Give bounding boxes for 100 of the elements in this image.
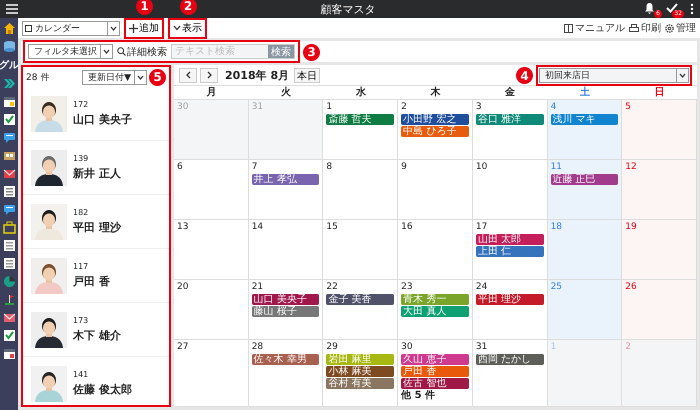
- day-number: 1: [326, 102, 334, 113]
- day-cell[interactable]: 11 近藤 正巳: [548, 160, 622, 220]
- day-cell[interactable]: 13: [174, 220, 249, 280]
- day-cell[interactable]: 27: [174, 340, 249, 407]
- day-number: 1: [550, 342, 558, 353]
- day-cell[interactable]: 25: [548, 280, 622, 340]
- day-cell[interactable]: 19: [622, 220, 697, 280]
- event-chip[interactable]: 井上 孝弘: [252, 174, 320, 185]
- filter-select[interactable]: フィルタ未選択: [28, 44, 113, 59]
- day-number: 31: [252, 102, 264, 113]
- day-cell[interactable]: 7 井上 孝弘: [248, 160, 324, 220]
- view-select[interactable]: カレンダー: [22, 20, 120, 36]
- menu-icon[interactable]: [6, 4, 18, 14]
- customer-number: 182: [73, 208, 90, 217]
- database-icon[interactable]: [2, 40, 16, 53]
- day-number: 24: [476, 282, 488, 293]
- event-chip[interactable]: 平田 理沙: [476, 294, 544, 305]
- add-button[interactable]: 追加: [127, 20, 161, 36]
- toolbar-link[interactable]: 印刷: [629, 21, 661, 35]
- toolbar-link[interactable]: マニュアル: [564, 21, 625, 35]
- day-cell[interactable]: 8: [323, 160, 398, 220]
- document-icon[interactable]: [2, 257, 16, 270]
- day-cell[interactable]: 18: [548, 220, 622, 280]
- folder-icon[interactable]: [2, 149, 16, 162]
- mail-icon[interactable]: [2, 311, 16, 324]
- day-cell[interactable]: 20: [174, 280, 249, 340]
- day-number: 27: [177, 342, 190, 353]
- day-cell[interactable]: 12: [622, 160, 697, 220]
- checklist-icon[interactable]: [2, 113, 16, 126]
- window-title: 顧客マスタ: [320, 2, 376, 16]
- more-events-link[interactable]: 他 5 件: [401, 390, 469, 401]
- day-number: 4: [550, 102, 558, 113]
- customer-card[interactable]: 141 佐藤 俊太郎: [23, 357, 169, 405]
- customer-card[interactable]: 173 木下 雄介: [23, 303, 169, 357]
- home-icon[interactable]: [2, 22, 16, 35]
- chevron-left-icon: [186, 71, 190, 79]
- day-number: 2: [625, 342, 632, 353]
- weekday-header: 水: [323, 86, 398, 100]
- event-chip[interactable]: 上田 仁: [476, 246, 544, 257]
- day-number: 30: [401, 342, 414, 353]
- day-cell[interactable]: 15: [323, 220, 398, 280]
- event-chip[interactable]: 中島 ひろ子: [401, 126, 469, 137]
- display-button[interactable]: 表示: [171, 20, 204, 36]
- day-cell[interactable]: 31 西岡 たかし: [472, 340, 548, 407]
- event-chip[interactable]: 久山 恵子: [401, 354, 469, 365]
- chevron-right-icon: [206, 71, 212, 79]
- bell-icon[interactable]: [644, 2, 655, 14]
- event-chip[interactable]: 佐古 智也: [401, 378, 469, 389]
- day-cell[interactable]: 9: [398, 160, 473, 220]
- previous-button[interactable]: [179, 68, 197, 82]
- day-cell[interactable]: 5: [622, 100, 697, 160]
- toolbar-link[interactable]: 管理: [665, 21, 696, 35]
- day-cell[interactable]: 3 谷口 雅洋: [472, 100, 548, 160]
- event-chip[interactable]: 西岡 たかし: [476, 354, 544, 365]
- event-chip[interactable]: 佐々木 幸男: [252, 354, 320, 365]
- day-cell[interactable]: 16: [398, 220, 473, 280]
- flag-icon[interactable]: [2, 293, 16, 306]
- document-icon[interactable]: [2, 185, 16, 198]
- callout-badge: 4: [516, 67, 533, 84]
- chevron-icon[interactable]: [2, 77, 16, 90]
- briefcase-icon[interactable]: [2, 221, 16, 234]
- customer-card[interactable]: 117 戸田 香: [23, 249, 169, 303]
- day-number: 19: [625, 222, 638, 233]
- next-button[interactable]: [200, 68, 218, 82]
- event-chip[interactable]: 戸田 香: [401, 366, 469, 377]
- document-icon[interactable]: [2, 239, 16, 252]
- day-cell[interactable]: 30 久山 恵子 戸田 香 佐古 智也 他 5 件: [398, 340, 473, 407]
- more-menu-icon[interactable]: [690, 3, 694, 15]
- day-cell[interactable]: 24 平田 理沙: [472, 280, 548, 340]
- day-cell[interactable]: 26: [622, 280, 697, 340]
- checklist-icon[interactable]: [2, 329, 16, 342]
- customer-card[interactable]: 172 山口 美央子: [23, 87, 169, 141]
- date-field-select[interactable]: 初回来店日: [539, 68, 689, 82]
- customer-card[interactable]: 182 平田 理沙: [23, 195, 169, 249]
- event-chip[interactable]: 浅川 マキ: [550, 114, 618, 125]
- day-cell[interactable]: 28 佐々木 幸男: [248, 340, 324, 407]
- pie-chart-icon[interactable]: [2, 275, 16, 288]
- today-button[interactable]: 本日: [294, 68, 320, 82]
- event-chip[interactable]: 谷口 雅洋: [476, 114, 544, 125]
- book-icon: [564, 24, 573, 32]
- month-title: 2018年 8月: [225, 68, 290, 82]
- mail-icon[interactable]: [2, 167, 16, 180]
- customer-number: 117: [73, 262, 90, 271]
- customer-name: 平田 理沙: [73, 220, 121, 235]
- customer-name: 戸田 香: [73, 274, 110, 289]
- day-number: 5: [625, 102, 632, 113]
- callout-badge: 5: [149, 68, 166, 86]
- customer-name: 山口 美央子: [73, 112, 132, 127]
- chat-icon[interactable]: [2, 203, 16, 216]
- chat-icon[interactable]: [2, 131, 16, 144]
- advanced-search-link[interactable]: 詳細検索: [117, 44, 167, 58]
- event-chip[interactable]: 藤山 桜子: [252, 306, 320, 317]
- day-cell[interactable]: 14: [248, 220, 324, 280]
- day-cell[interactable]: 4 浅川 マキ: [548, 100, 622, 160]
- day-cell[interactable]: 6: [174, 160, 249, 220]
- sort-select[interactable]: 更新日付▼: [82, 70, 147, 84]
- customer-card[interactable]: 139 新井 正人: [23, 141, 169, 195]
- event-chip[interactable]: 近藤 正巳: [550, 174, 618, 185]
- day-number: 14: [252, 222, 264, 233]
- result-count: 28 件: [26, 72, 50, 84]
